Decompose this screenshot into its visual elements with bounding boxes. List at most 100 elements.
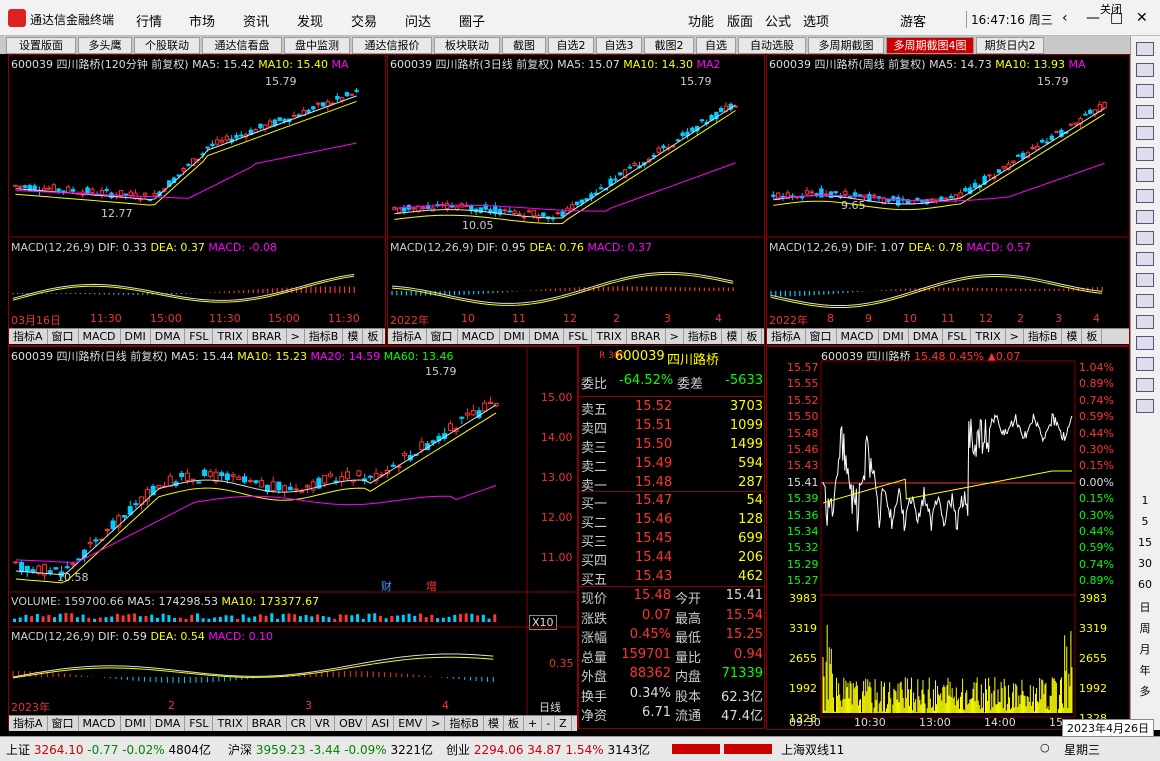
volume-bar [350,615,354,622]
order-label: 买三 [581,535,608,550]
search-icon[interactable]: ○ [1040,741,1050,754]
chart-panel-daily[interactable]: 600039 四川路桥(日线 前复权) MA5: 15.44 MA10: 15.… [8,346,578,731]
toolbar-tool-icon[interactable] [1136,189,1154,203]
period-button-4[interactable]: 60 [1134,578,1156,594]
candle [574,201,580,206]
buy-row-1[interactable]: 买二 15.46 128 [581,512,765,531]
buy-row-2[interactable]: 买三 15.45 699 [581,531,765,550]
candle [354,89,359,92]
toolbar-tool-icon[interactable] [1136,336,1154,350]
period-button-3[interactable]: 30 [1134,557,1156,573]
tab-8[interactable]: 自选2 [548,37,594,54]
index-sh[interactable]: 上证 3264.10 -0.77 -0.02% 4804亿 [6,741,211,758]
tab-9[interactable]: 自选3 [596,37,642,54]
candle [70,563,76,566]
period-button-7[interactable]: 月 [1134,641,1156,657]
user-label[interactable]: 游客 [900,11,926,30]
candle [531,209,536,217]
period-button-5[interactable]: 日 [1134,599,1156,615]
volume-bar [190,615,194,622]
candle [259,480,265,488]
order-label: 卖三 [581,441,608,456]
minimize-icon[interactable]: — [1086,10,1100,26]
period-button-9[interactable]: 多 [1134,683,1156,699]
buy-row-0[interactable]: 买一 15.47 54 [581,493,765,512]
candle [13,561,19,564]
menu-gongshi[interactable]: 公式 [765,11,791,30]
menu-xuanxiang[interactable]: 选项 [803,11,829,30]
close-icon[interactable]: ✕ [1136,10,1148,26]
toolbar-tool-icon[interactable] [1136,378,1154,392]
candle [958,192,963,198]
chart-panel-120min[interactable]: 600039 四川路桥(120分钟 前复权) MA5: 15.42 MA10: … [8,54,386,346]
period-button-0[interactable]: 1 [1134,494,1156,510]
toolbar-tool-icon[interactable] [1136,63,1154,77]
menu-faxian[interactable]: 发现 [297,11,323,30]
toolbar-tool-icon[interactable] [1136,168,1154,182]
tab-13[interactable]: 多周期截图 [808,37,884,54]
volume-bar [213,617,217,622]
sell-row-2[interactable]: 卖三 15.50 1499 [581,437,765,456]
volume-bar [144,615,148,622]
index-hs[interactable]: 沪深 3959.23 -3.44 -0.09% 3221亿 [228,741,433,758]
tab-2[interactable]: 个股联动 [134,37,200,54]
tab-15[interactable]: 期货日内2 [976,37,1044,54]
tab-12[interactable]: 自动选股 [738,37,806,54]
tab-1[interactable]: 多头鹰 [78,37,132,54]
tab-7[interactable]: 截图 [502,37,546,54]
menu-quanzi[interactable]: 圈子 [459,11,485,30]
sell-row-1[interactable]: 卖四 15.51 1099 [581,418,765,437]
period-button-1[interactable]: 5 [1134,515,1156,531]
chart-panel-weekly[interactable]: 600039 四川路桥(周线 前复权) MA5: 14.73 MA10: 13.… [766,54,1130,346]
toolbar-tool-icon[interactable] [1136,105,1154,119]
period-button-8[interactable]: 年 [1134,662,1156,678]
tab-6[interactable]: 板块联动 [434,37,500,54]
tab-0[interactable]: 设置版面 [6,37,76,54]
menu-jiaoyi[interactable]: 交易 [351,11,377,30]
menu-gongneng[interactable]: 功能 [688,11,714,30]
toolbar-tool-icon[interactable] [1136,210,1154,224]
toolbar-tool-icon[interactable] [1136,231,1154,245]
toolbar-tool-icon[interactable] [1136,126,1154,140]
menu-zixun[interactable]: 资讯 [243,11,269,30]
toolbar-tool-icon[interactable] [1136,252,1154,266]
index-cy[interactable]: 创业 2294.06 34.87 1.54% 3143亿 [446,741,650,758]
buy-row-3[interactable]: 买四 15.44 206 [581,550,765,569]
dea-line [391,273,734,306]
toolbar-tool-icon[interactable] [1136,42,1154,56]
sell-row-0[interactable]: 卖五 15.52 3703 [581,399,765,418]
menu-hangqing[interactable]: 行情 [136,11,162,30]
volume-bar [53,617,57,622]
toolbar-tool-icon[interactable] [1136,147,1154,161]
candle [1030,146,1035,150]
candle [632,163,637,166]
tab-14[interactable]: 多周期截图4图 [886,37,974,54]
toolbar-tool-icon[interactable] [1136,294,1154,308]
tab-4[interactable]: 盘中监测 [284,37,350,54]
close-all-button[interactable]: 关闭 [1100,1,1122,17]
toolbar-tool-icon[interactable] [1136,315,1154,329]
toolbar-tool-icon[interactable] [1136,84,1154,98]
tab-11[interactable]: 自选 [696,37,736,54]
toolbar-tool-icon[interactable] [1136,399,1154,413]
intraday-panel[interactable]: 600039 四川路桥 15.48 0.45% ▲0.07 15.57 15.55… [766,346,1130,755]
period-button-2[interactable]: 15 [1134,536,1156,552]
period-button-6[interactable]: 周 [1134,620,1156,636]
volume-bar [230,615,234,622]
tab-10[interactable]: 截图2 [644,37,694,54]
menu-shichang[interactable]: 市场 [189,11,215,30]
menu-wenda[interactable]: 问达 [405,11,431,30]
status-bar: 上证 3264.10 -0.77 -0.02% 4804亿 沪深 3959.23… [0,736,1160,761]
sell-row-3[interactable]: 卖二 15.49 594 [581,456,765,475]
menu-banmian[interactable]: 版面 [727,11,753,30]
candle [1049,135,1054,141]
tab-3[interactable]: 通达信看盘 [202,37,282,54]
chart-panel-3day[interactable]: 600039 四川路桥(3日线 前复权) MA5: 15.07 MA10: 14… [387,54,765,346]
quote-panel: R 300 600039 四川路桥 委比 -64.52% 委差 -5633 卖五 15… [578,345,765,729]
back-icon[interactable]: ‹ [1062,10,1068,26]
toolbar-tool-icon[interactable] [1136,357,1154,371]
toolbar-tool-icon[interactable] [1136,273,1154,287]
date-tooltip: 2023年4月26日 [1062,719,1154,737]
candle [299,490,305,493]
tab-5[interactable]: 通达信报价 [352,37,432,54]
